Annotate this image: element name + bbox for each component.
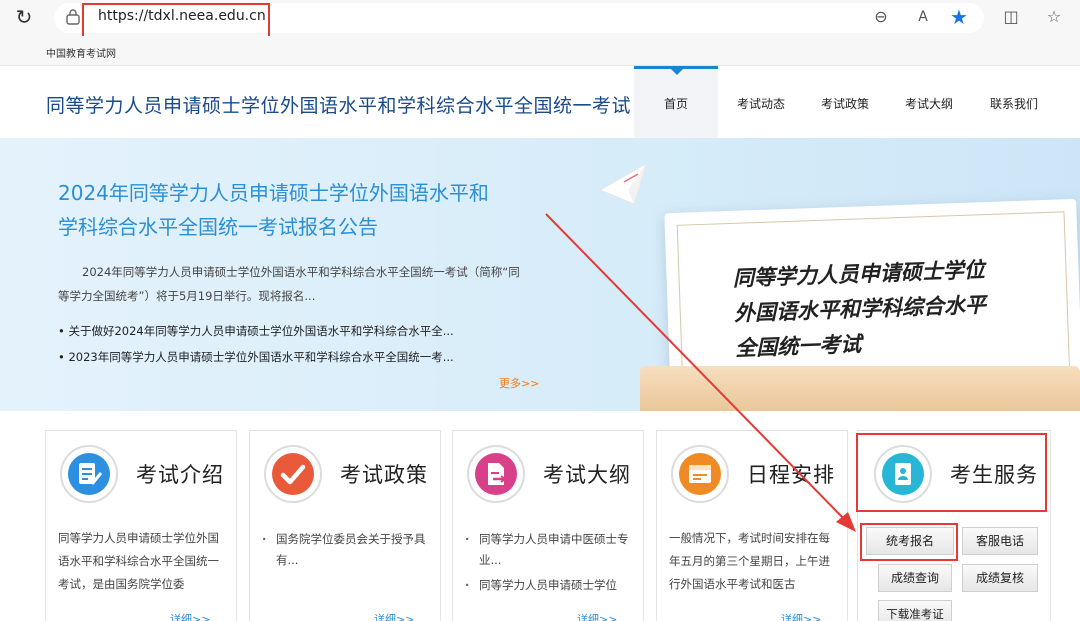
banner-more-link[interactable]: 更多>> xyxy=(499,375,539,391)
card-icon-ring xyxy=(467,445,525,503)
nav-item-exam-policy[interactable]: 考试政策 xyxy=(808,66,882,138)
card-title[interactable]: 日程安排 xyxy=(747,459,835,489)
service-phone-button[interactable]: 客服电话 xyxy=(962,527,1038,555)
card-more-link[interactable]: 详细>> xyxy=(170,611,210,621)
card-list: 同等学力人员申请中医硕士专业... 同等学力人员申请硕士学位 xyxy=(465,529,637,600)
card-icon-ring xyxy=(60,445,118,503)
score-query-button[interactable]: 成绩查询 xyxy=(878,564,952,592)
nav-item-home[interactable]: 首页 xyxy=(634,66,718,138)
nav-item-exam-syllabus[interactable]: 考试大纲 xyxy=(892,66,966,138)
schedule-icon xyxy=(679,453,721,495)
list-item[interactable]: 同等学力人员申请硕士学位 xyxy=(465,575,637,596)
favorite-star-icon[interactable]: ★ xyxy=(948,6,970,28)
card-more-link[interactable]: 详细>> xyxy=(577,611,617,621)
card-schedule: 日程安排 一般情况下，考试时间安排在每年五月的第三个星期日，上午进行外国语水平考… xyxy=(656,430,848,621)
banner-news-link[interactable]: • 2023年同等学力人员申请硕士学位外国语水平和学科综合水平全国统一考... xyxy=(58,349,454,365)
bookmark-item[interactable]: 中国教育考试网 xyxy=(46,45,116,60)
card-list: 国务院学位委员会关于授予具有... xyxy=(262,529,434,575)
banner-summary: 2024年同等学力人员申请硕士学位外国语水平和学科综合水平全国统一考试（简称“同… xyxy=(58,265,520,303)
card-exam-syllabus: 考试大纲 同等学力人员申请中医硕士专业... 同等学力人员申请硕士学位 详细>> xyxy=(452,430,644,621)
site-title: 同等学力人员申请硕士学位外国语水平和学科综合水平全国统一考试 xyxy=(46,95,632,117)
zoom-out-icon[interactable]: ⊖ xyxy=(870,6,892,28)
bookmarks-bar: 中国教育考试网 xyxy=(0,36,1080,66)
nav-item-contact-us[interactable]: 联系我们 xyxy=(976,66,1052,138)
document-export-icon xyxy=(475,453,517,495)
services-highlight-annotation xyxy=(856,433,1047,512)
banner-news-link[interactable]: • 关于做好2024年同等学力人员申请硕士学位外国语水平和学科综合水平全... xyxy=(58,323,454,339)
list-item[interactable]: 国务院学位委员会关于授予具有... xyxy=(262,529,434,571)
nav-item-exam-news[interactable]: 考试动态 xyxy=(724,66,798,138)
list-item[interactable]: 同等学力人员申请中医硕士专业... xyxy=(465,529,637,571)
banner-headline-line: 学科综合水平全国统一考试报名公告 xyxy=(58,215,378,239)
download-admission-ticket-button[interactable]: 下载准考证 xyxy=(878,600,952,621)
paper-illustration-text: 同等学力人员申请硕士学位 外国语水平和学科综合水平 全国统一考试 xyxy=(732,250,1055,366)
card-body: 一般情况下，考试时间安排在每年五月的第三个星期日，上午进行外国语水平考试和医古 xyxy=(669,531,830,591)
card-title[interactable]: 考试政策 xyxy=(340,459,428,489)
card-icon-ring xyxy=(671,445,729,503)
paper-tray-illustration xyxy=(640,366,1080,411)
card-icon-ring xyxy=(264,445,322,503)
lock-icon xyxy=(66,9,80,25)
card-more-link[interactable]: 详细>> xyxy=(374,611,414,621)
card-exam-intro: 考试介绍 同等学力人员申请硕士学位外国语水平和学科综合水平全国统一考试，是由国务… xyxy=(45,430,237,621)
favorites-list-icon[interactable]: ☆ xyxy=(1043,6,1065,28)
card-body: 同等学力人员申请硕士学位外国语水平和学科综合水平全国统一考试，是由国务院学位委 xyxy=(58,531,219,591)
read-aloud-icon[interactable]: A xyxy=(912,6,934,28)
banner-headline[interactable]: 2024年同等学力人员申请硕士学位外国语水平和 学科综合水平全国统一考试报名公告 xyxy=(58,176,538,244)
card-exam-policy: 考试政策 国务院学位委员会关于授予具有... 详细>> xyxy=(249,430,441,621)
reload-icon[interactable]: ↻ xyxy=(12,5,36,29)
announcement-banner: 2024年同等学力人员申请硕士学位外国语水平和 学科综合水平全国统一考试报名公告… xyxy=(0,138,1080,411)
paper-plane-icon xyxy=(598,162,647,205)
document-edit-icon xyxy=(68,453,110,495)
banner-headline-line: 2024年同等学力人员申请硕士学位外国语水平和 xyxy=(58,181,489,205)
split-screen-icon[interactable]: ◫ xyxy=(1000,6,1022,28)
score-review-button[interactable]: 成绩复核 xyxy=(962,564,1038,592)
nav-label: 首页 xyxy=(663,97,688,111)
card-title[interactable]: 考试介绍 xyxy=(136,459,224,489)
site-header: 同等学力人员申请硕士学位外国语水平和学科综合水平全国统一考试 首页 考试动态 考… xyxy=(0,66,1080,138)
checkmark-icon xyxy=(272,453,314,495)
url-highlight-annotation xyxy=(82,3,270,38)
active-caret-icon xyxy=(670,68,684,75)
registration-highlight-annotation xyxy=(860,523,958,561)
card-title[interactable]: 考试大纲 xyxy=(543,459,631,489)
card-more-link[interactable]: 详细>> xyxy=(781,611,821,621)
